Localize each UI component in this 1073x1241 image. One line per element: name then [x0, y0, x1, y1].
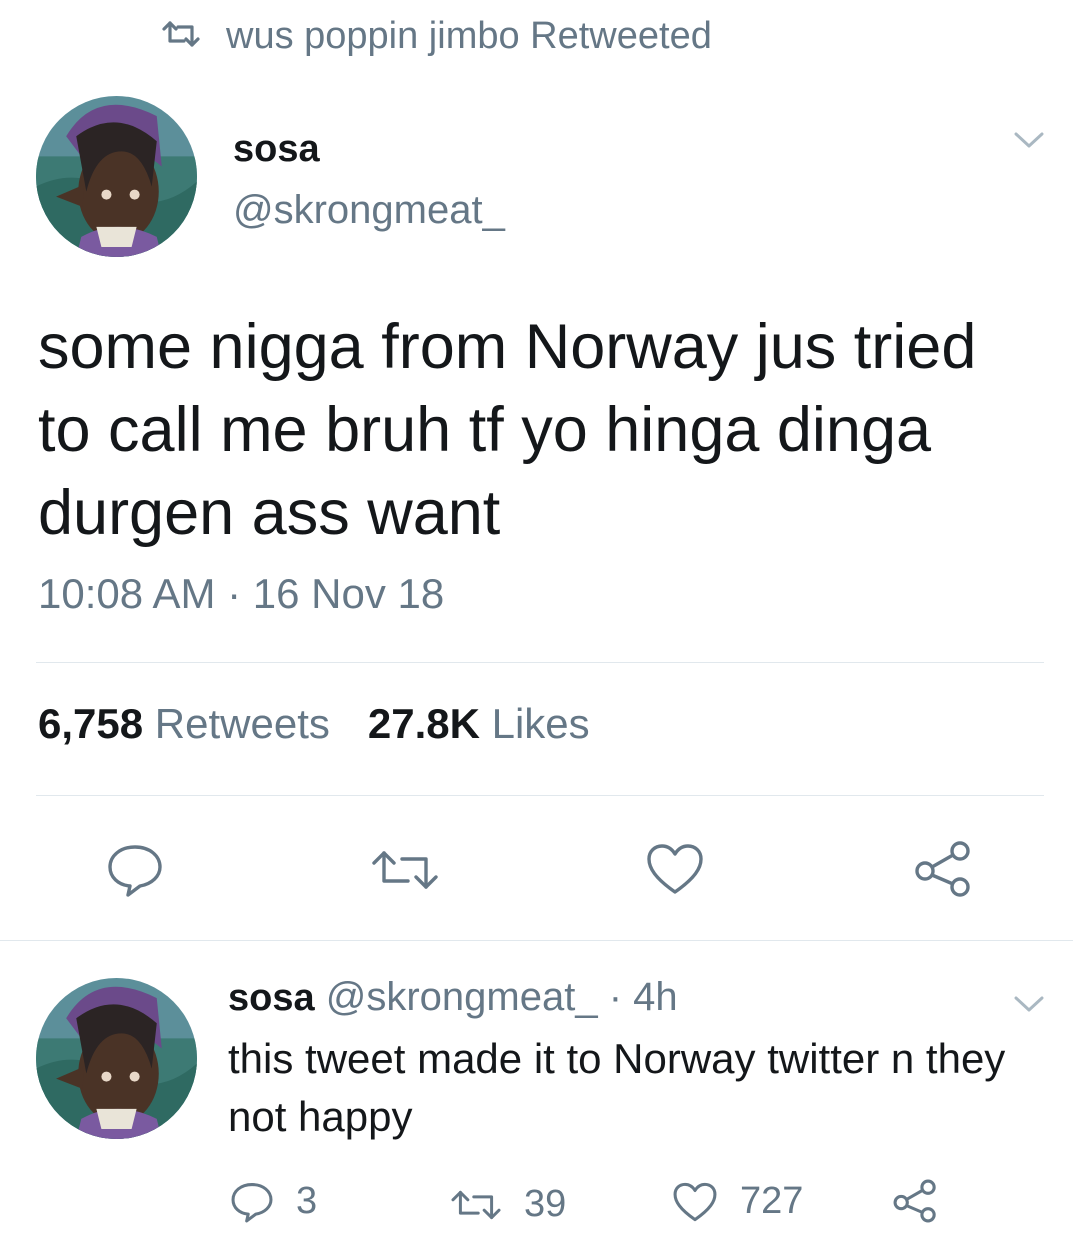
- divider: [36, 795, 1044, 796]
- retweet-icon: [451, 1190, 501, 1219]
- retweets-label: Retweets: [154, 700, 330, 747]
- reply-retweet-count: 39: [524, 1183, 567, 1225]
- reply-reply-button[interactable]: 3: [230, 1180, 317, 1223]
- tweet-text: some nigga from Norway jus tried to call…: [38, 312, 977, 548]
- like-button[interactable]: [645, 840, 705, 898]
- reply-text: this tweet made it to Norway twitter n t…: [228, 1035, 1006, 1140]
- share-icon: [893, 1179, 936, 1223]
- reply-count: 3: [296, 1180, 318, 1222]
- retweets-count: 6,758: [38, 700, 144, 747]
- reply-author-handle[interactable]: @skrongmeat_: [326, 975, 598, 1019]
- reply-icon: [231, 1182, 273, 1222]
- reply-like-count: 727: [740, 1180, 804, 1222]
- likes-count: 27.8K: [367, 700, 480, 747]
- chevron-down-icon[interactable]: [1012, 126, 1046, 154]
- chevron-down-icon[interactable]: [1012, 990, 1046, 1018]
- retweets-stat[interactable]: 6,758 Retweets: [38, 700, 330, 748]
- reply-like-button[interactable]: 727: [672, 1180, 803, 1223]
- reply-age: · 4h: [608, 975, 678, 1019]
- reply-share-button[interactable]: [892, 1178, 938, 1224]
- divider: [0, 940, 1073, 941]
- likes-label: Likes: [491, 700, 590, 747]
- retweet-banner-text: wus poppin jimbo Retweeted: [226, 14, 712, 57]
- avatar[interactable]: [36, 96, 197, 257]
- divider: [36, 662, 1044, 663]
- engagement-stats: 6,758 Retweets 27.8K Likes: [38, 700, 590, 748]
- tweet-timestamp: 10:08 AM · 16 Nov 18: [38, 570, 445, 617]
- reply-button[interactable]: [105, 840, 165, 900]
- reply-icon: [108, 845, 162, 897]
- retweet-icon: [372, 851, 438, 889]
- avatar[interactable]: [36, 978, 197, 1139]
- likes-stat[interactable]: 27.8K Likes: [368, 700, 590, 748]
- retweet-button[interactable]: [370, 845, 440, 895]
- reply-retweet-button[interactable]: 39: [450, 1183, 566, 1226]
- share-button[interactable]: [912, 838, 974, 900]
- author-handle[interactable]: @skrongmeat_: [233, 188, 505, 233]
- share-icon: [915, 841, 970, 897]
- reply-author-name[interactable]: sosa: [228, 977, 315, 1019]
- retweet-icon: [160, 19, 202, 54]
- heart-icon: [647, 844, 703, 894]
- reply-header: sosa @skrongmeat_ · 4h: [228, 975, 678, 1020]
- author-name[interactable]: sosa: [233, 128, 320, 171]
- retweet-banner[interactable]: wus poppin jimbo Retweeted: [160, 14, 712, 58]
- heart-icon: [673, 1182, 717, 1221]
